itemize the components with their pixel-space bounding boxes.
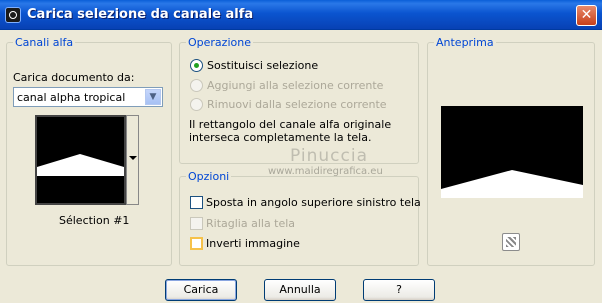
- canali-alfa-legend: Canali alfa: [15, 36, 74, 49]
- document-source-label: Carica documento da:: [13, 71, 135, 84]
- checker-icon: [506, 237, 516, 247]
- radio-replace-label[interactable]: Sostituisci selezione: [207, 59, 318, 72]
- preview-shape: [441, 170, 583, 198]
- app-icon: [5, 7, 21, 23]
- window-title: Carica selezione da canale alfa: [27, 7, 254, 22]
- document-source-select[interactable]: canal alpha tropical ▼: [13, 87, 163, 107]
- radio-add-label: Aggiungi alla selezione corrente: [207, 79, 384, 92]
- opzioni-legend: Opzioni: [188, 170, 230, 183]
- chevron-down-icon[interactable]: ▼: [145, 89, 161, 105]
- preview-canvas: [441, 106, 583, 198]
- operation-description-line2: interseca completamente la tela.: [189, 131, 372, 144]
- close-button[interactable]: ✕: [576, 5, 597, 26]
- checkbox-invert-image[interactable]: [190, 237, 203, 250]
- watermark-name: Pinuccia: [290, 146, 368, 166]
- operation-description-line1: Il rettangolo del canale alfa originale: [189, 118, 392, 131]
- radio-add-selection: [190, 79, 203, 92]
- thumbnail-caption: Sélection #1: [59, 214, 130, 227]
- load-button[interactable]: Carica: [165, 279, 237, 301]
- radio-remove-selection: [190, 98, 203, 111]
- help-button[interactable]: ?: [363, 279, 435, 301]
- anteprima-legend: Anteprima: [436, 36, 494, 49]
- radio-remove-label: Rimuovi dalla selezione corrente: [207, 98, 387, 111]
- radio-replace-selection[interactable]: [190, 59, 203, 72]
- checkbox-crop-canvas-label: Ritaglia alla tela: [206, 217, 296, 230]
- operazione-legend: Operazione: [188, 36, 251, 49]
- thumbnail-dropdown-button[interactable]: [126, 115, 139, 205]
- checkbox-invert-image-label[interactable]: Inverti immagine: [206, 237, 300, 250]
- checkbox-crop-canvas: [190, 217, 203, 230]
- checkbox-move-top-left-label[interactable]: Sposta in angolo superiore sinistro tela: [206, 196, 421, 209]
- cancel-button[interactable]: Annulla: [264, 279, 336, 301]
- title-bar[interactable]: Carica selezione da canale alfa ✕: [0, 0, 602, 30]
- thumbnail-shape: [37, 154, 124, 176]
- checkbox-move-top-left[interactable]: [190, 196, 203, 209]
- document-source-value: canal alpha tropical: [17, 91, 126, 104]
- transparency-toggle-button[interactable]: [502, 233, 520, 251]
- selection-thumbnail[interactable]: [35, 115, 126, 205]
